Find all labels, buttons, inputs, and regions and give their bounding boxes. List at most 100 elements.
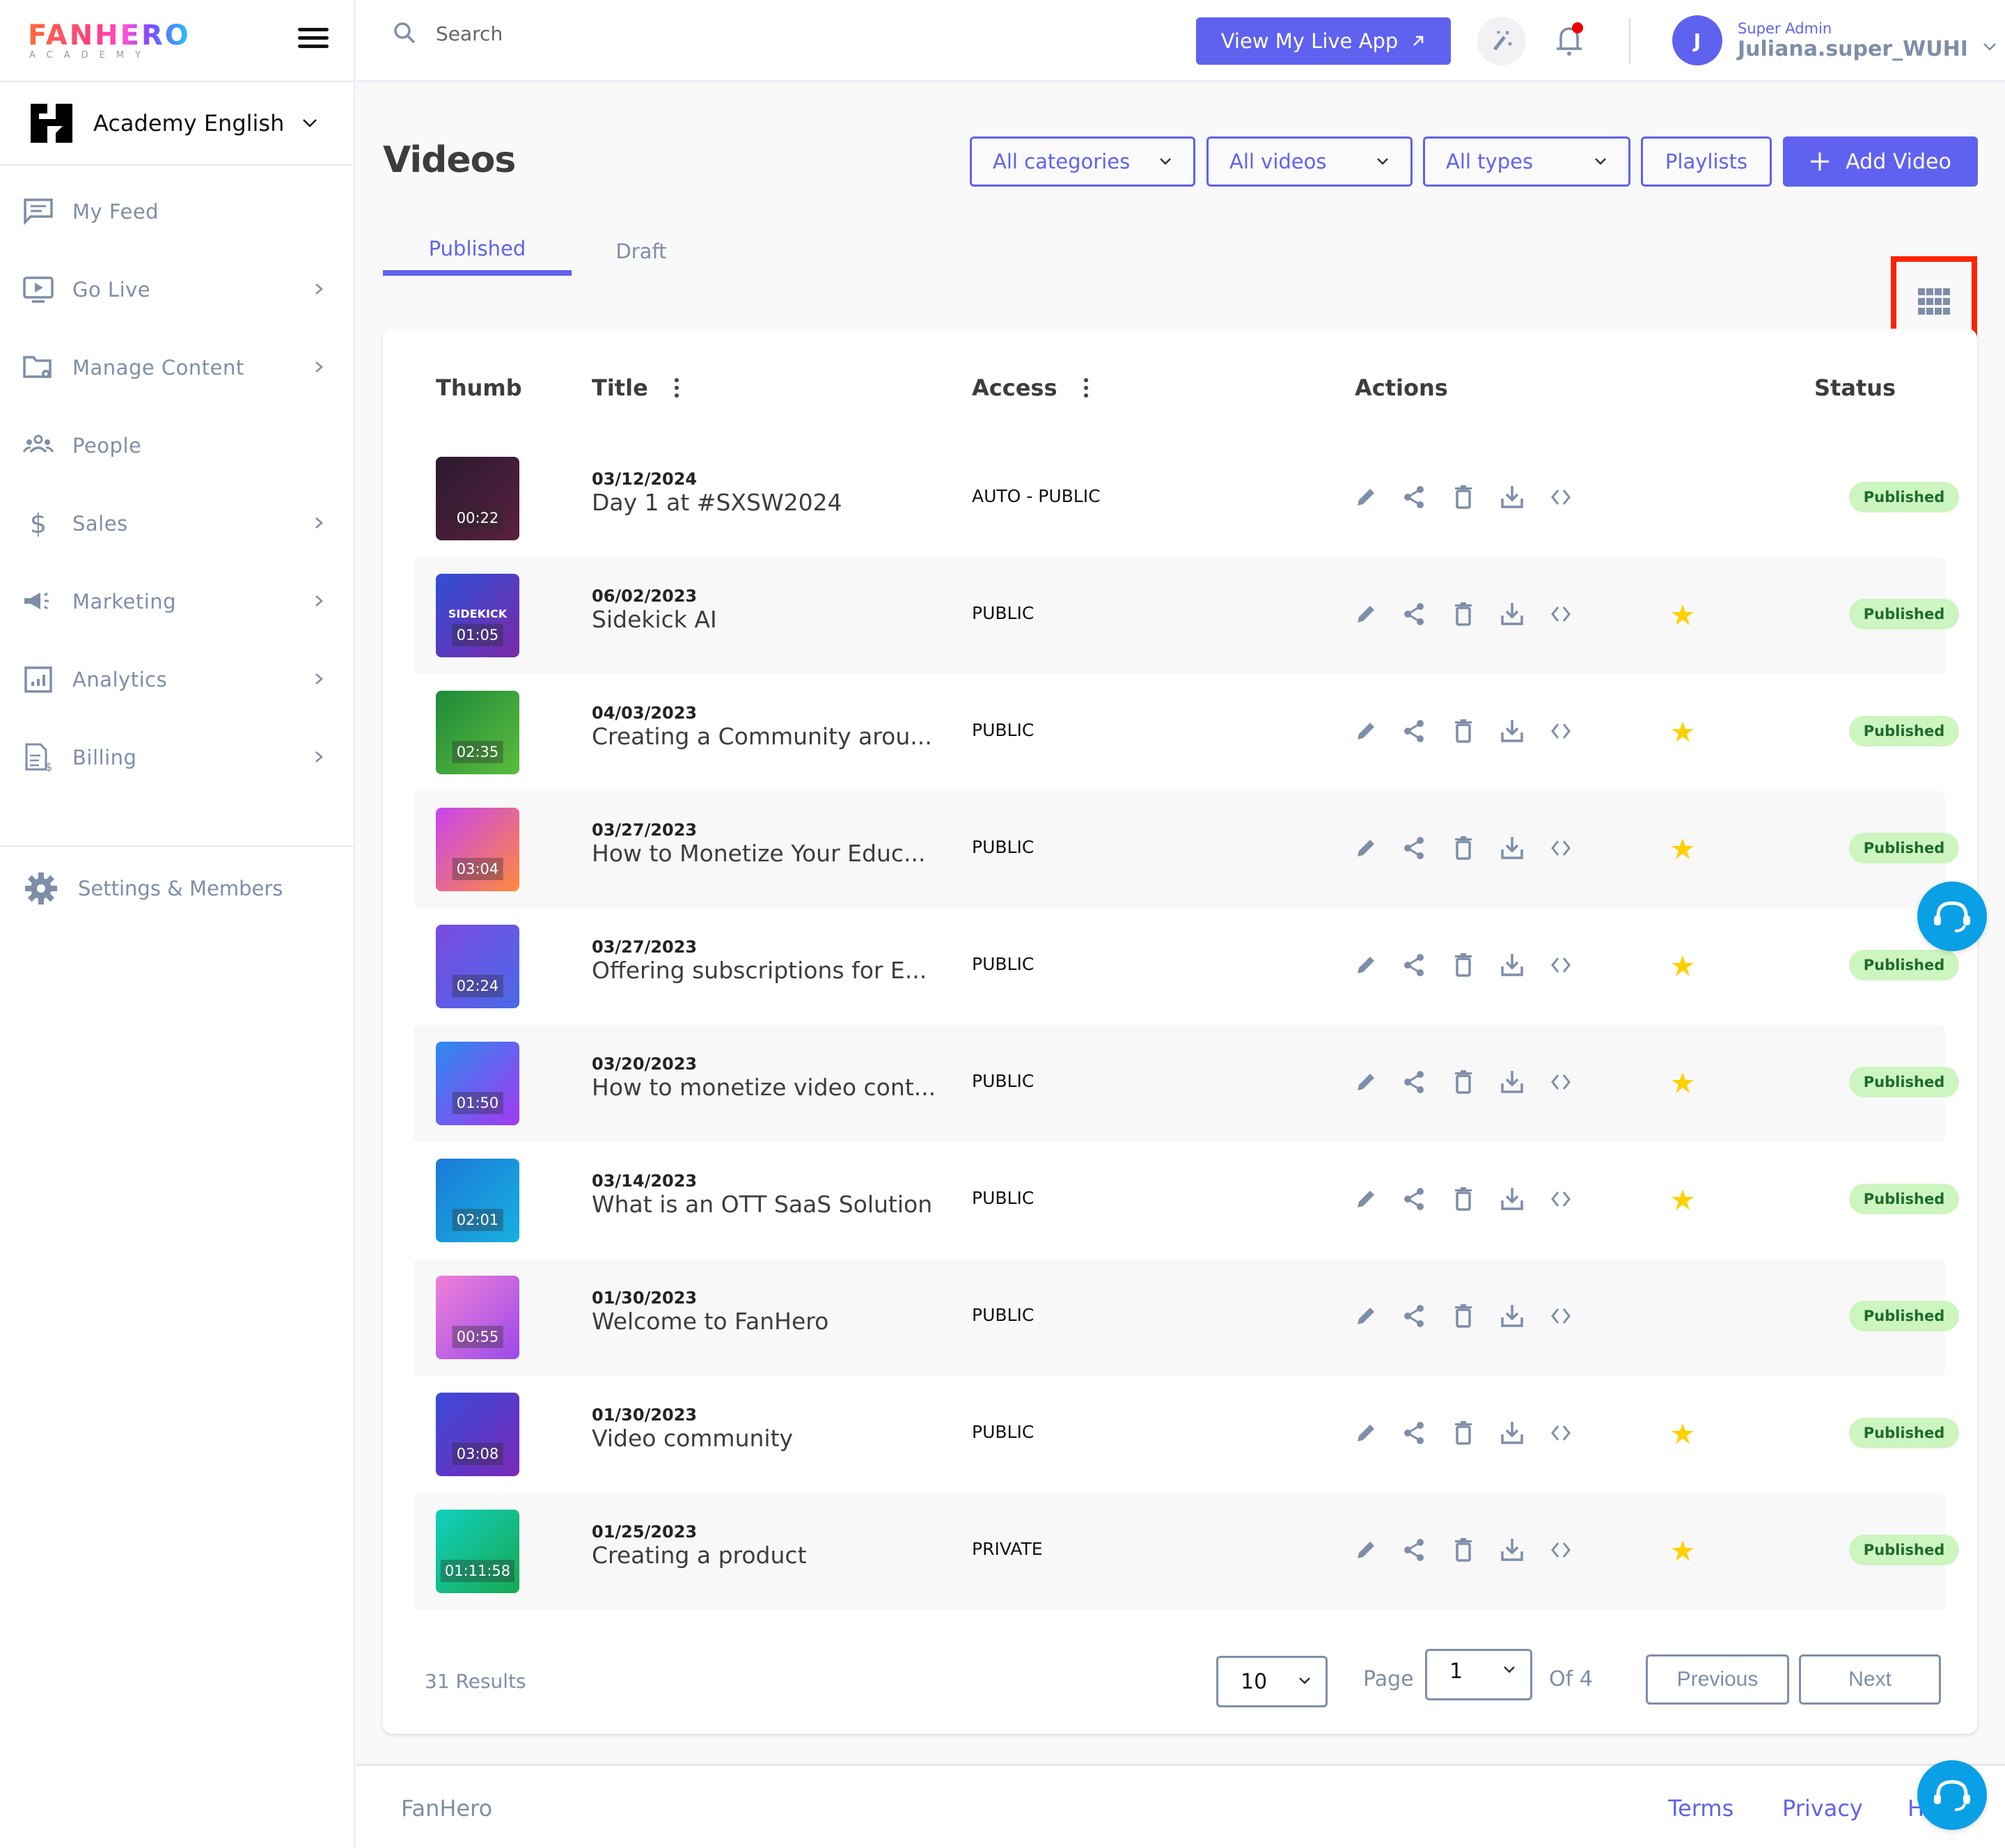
video-thumbnail[interactable]: 03:08	[436, 1393, 519, 1476]
embed-button[interactable]	[1548, 602, 1573, 627]
previous-page-button[interactable]: Previous	[1646, 1654, 1789, 1705]
edit-button[interactable]	[1353, 602, 1378, 627]
featured-star-icon[interactable]	[1671, 1071, 1695, 1095]
video-thumbnail[interactable]: 01:11:58	[436, 1510, 519, 1593]
sidebar-item-manage-content[interactable]: Manage Content	[0, 329, 354, 407]
video-title[interactable]: Welcome to FanHero	[592, 1308, 954, 1335]
next-page-button[interactable]: Next	[1799, 1654, 1941, 1705]
share-button[interactable]	[1402, 602, 1427, 627]
video-title[interactable]: Offering subscriptions for E...	[592, 957, 954, 984]
hamburger-menu-icon[interactable]	[298, 28, 329, 49]
featured-star-icon[interactable]	[1671, 837, 1695, 861]
sidebar-item-my-feed[interactable]: My Feed	[0, 173, 354, 251]
support-chat-button[interactable]	[1917, 1760, 1987, 1830]
embed-button[interactable]	[1548, 1070, 1573, 1095]
delete-button[interactable]	[1451, 1537, 1476, 1563]
embed-button[interactable]	[1548, 1420, 1573, 1446]
footer-link-terms[interactable]: Terms	[1668, 1795, 1733, 1822]
delete-button[interactable]	[1451, 719, 1476, 744]
share-button[interactable]	[1402, 953, 1427, 978]
footer-link-privacy[interactable]: Privacy	[1782, 1795, 1863, 1822]
video-title[interactable]: What is an OTT SaaS Solution	[592, 1191, 954, 1218]
video-thumbnail[interactable]: 02:35	[436, 691, 519, 774]
download-button[interactable]	[1500, 719, 1525, 744]
page-number-select[interactable]: 1	[1425, 1649, 1532, 1700]
edit-button[interactable]	[1353, 719, 1378, 744]
embed-button[interactable]	[1548, 1303, 1573, 1329]
column-menu-icon[interactable]	[1078, 375, 1094, 400]
column-menu-icon[interactable]	[669, 375, 684, 400]
video-thumbnail[interactable]: 03:04	[436, 808, 519, 891]
table-row[interactable]: 03:04 03/27/2023 How to Monetize Your Ed…	[414, 791, 1959, 908]
video-thumbnail[interactable]: 00:55	[436, 1276, 519, 1359]
share-button[interactable]	[1402, 836, 1427, 861]
edit-button[interactable]	[1353, 1420, 1378, 1446]
view-live-app-button[interactable]: View My Live App	[1196, 17, 1451, 65]
delete-button[interactable]	[1451, 1187, 1476, 1212]
download-button[interactable]	[1500, 1303, 1525, 1329]
delete-button[interactable]	[1451, 602, 1476, 627]
magic-wand-button[interactable]	[1477, 17, 1526, 65]
download-button[interactable]	[1500, 1537, 1525, 1563]
video-title[interactable]: How to monetize video cont...	[592, 1074, 954, 1101]
edit-button[interactable]	[1353, 953, 1378, 978]
video-title[interactable]: Video community	[592, 1425, 954, 1452]
edit-button[interactable]	[1353, 836, 1378, 861]
table-row[interactable]: SIDEKICK 01:05 06/02/2023 Sidekick AI PUB…	[414, 557, 1959, 674]
delete-button[interactable]	[1451, 485, 1476, 510]
embed-button[interactable]	[1548, 836, 1573, 861]
delete-button[interactable]	[1451, 1420, 1476, 1446]
share-button[interactable]	[1402, 1303, 1427, 1329]
table-row[interactable]: 02:35 04/03/2023 Creating a Community ar…	[414, 674, 1959, 791]
user-menu[interactable]: J Super Admin Juliana.super_WUHI	[1672, 15, 1997, 65]
table-row[interactable]: 01:11:58 01/25/2023 Creating a product P…	[414, 1493, 1959, 1610]
table-row[interactable]: 00:22 03/12/2024 Day 1 at #SXSW2024 AUTO…	[414, 440, 1959, 557]
edit-button[interactable]	[1353, 1187, 1378, 1212]
featured-star-icon[interactable]	[1671, 603, 1695, 627]
table-row[interactable]: 00:55 01/30/2023 Welcome to FanHero PUBL…	[414, 1259, 1959, 1376]
search-input[interactable]	[436, 22, 854, 45]
video-thumbnail[interactable]: 02:01	[436, 1159, 519, 1242]
edit-button[interactable]	[1353, 1303, 1378, 1329]
sidebar-item-settings[interactable]: Settings & Members	[0, 847, 354, 930]
download-button[interactable]	[1500, 1187, 1525, 1212]
share-button[interactable]	[1402, 1420, 1427, 1446]
table-row[interactable]: 03:08 01/30/2023 Video community PUBLIC P…	[414, 1376, 1959, 1493]
embed-button[interactable]	[1548, 1187, 1573, 1212]
sidebar-item-marketing[interactable]: Marketing	[0, 563, 354, 641]
sidebar-item-people[interactable]: People	[0, 407, 354, 485]
tab-draft[interactable]: Draft	[572, 230, 711, 276]
video-title[interactable]: Creating a product	[592, 1542, 954, 1569]
video-thumbnail[interactable]: 01:50	[436, 1042, 519, 1125]
download-button[interactable]	[1500, 1420, 1525, 1446]
sidebar-item-analytics[interactable]: Analytics	[0, 641, 354, 719]
edit-button[interactable]	[1353, 1070, 1378, 1095]
tab-published[interactable]: Published	[383, 230, 572, 276]
sidebar-item-billing[interactable]: $ Billing	[0, 719, 354, 797]
video-thumbnail[interactable]: SIDEKICK 01:05	[436, 574, 519, 657]
delete-button[interactable]	[1451, 1070, 1476, 1095]
download-button[interactable]	[1500, 485, 1525, 510]
featured-star-icon[interactable]	[1671, 1188, 1695, 1212]
share-button[interactable]	[1402, 719, 1427, 744]
share-button[interactable]	[1402, 1070, 1427, 1095]
featured-star-icon[interactable]	[1671, 720, 1695, 744]
category-filter[interactable]: All categories	[970, 136, 1195, 187]
share-button[interactable]	[1402, 485, 1427, 510]
delete-button[interactable]	[1451, 1303, 1476, 1329]
edit-button[interactable]	[1353, 1537, 1378, 1563]
types-filter[interactable]: All types	[1423, 136, 1630, 187]
sidebar-item-sales[interactable]: $ Sales	[0, 485, 354, 563]
embed-button[interactable]	[1548, 485, 1573, 510]
notifications-button[interactable]	[1548, 19, 1590, 61]
embed-button[interactable]	[1548, 953, 1573, 978]
download-button[interactable]	[1500, 1070, 1525, 1095]
org-switcher[interactable]: Academy English	[0, 82, 354, 166]
featured-star-icon[interactable]	[1671, 954, 1695, 978]
video-thumbnail[interactable]: 00:22	[436, 457, 519, 540]
delete-button[interactable]	[1451, 836, 1476, 861]
table-row[interactable]: 02:01 03/14/2023 What is an OTT SaaS Sol…	[414, 1142, 1959, 1259]
videos-filter[interactable]: All videos	[1206, 136, 1413, 187]
table-row[interactable]: 01:50 03/20/2023 How to monetize video c…	[414, 1025, 1959, 1142]
playlists-button[interactable]: Playlists	[1641, 136, 1772, 187]
